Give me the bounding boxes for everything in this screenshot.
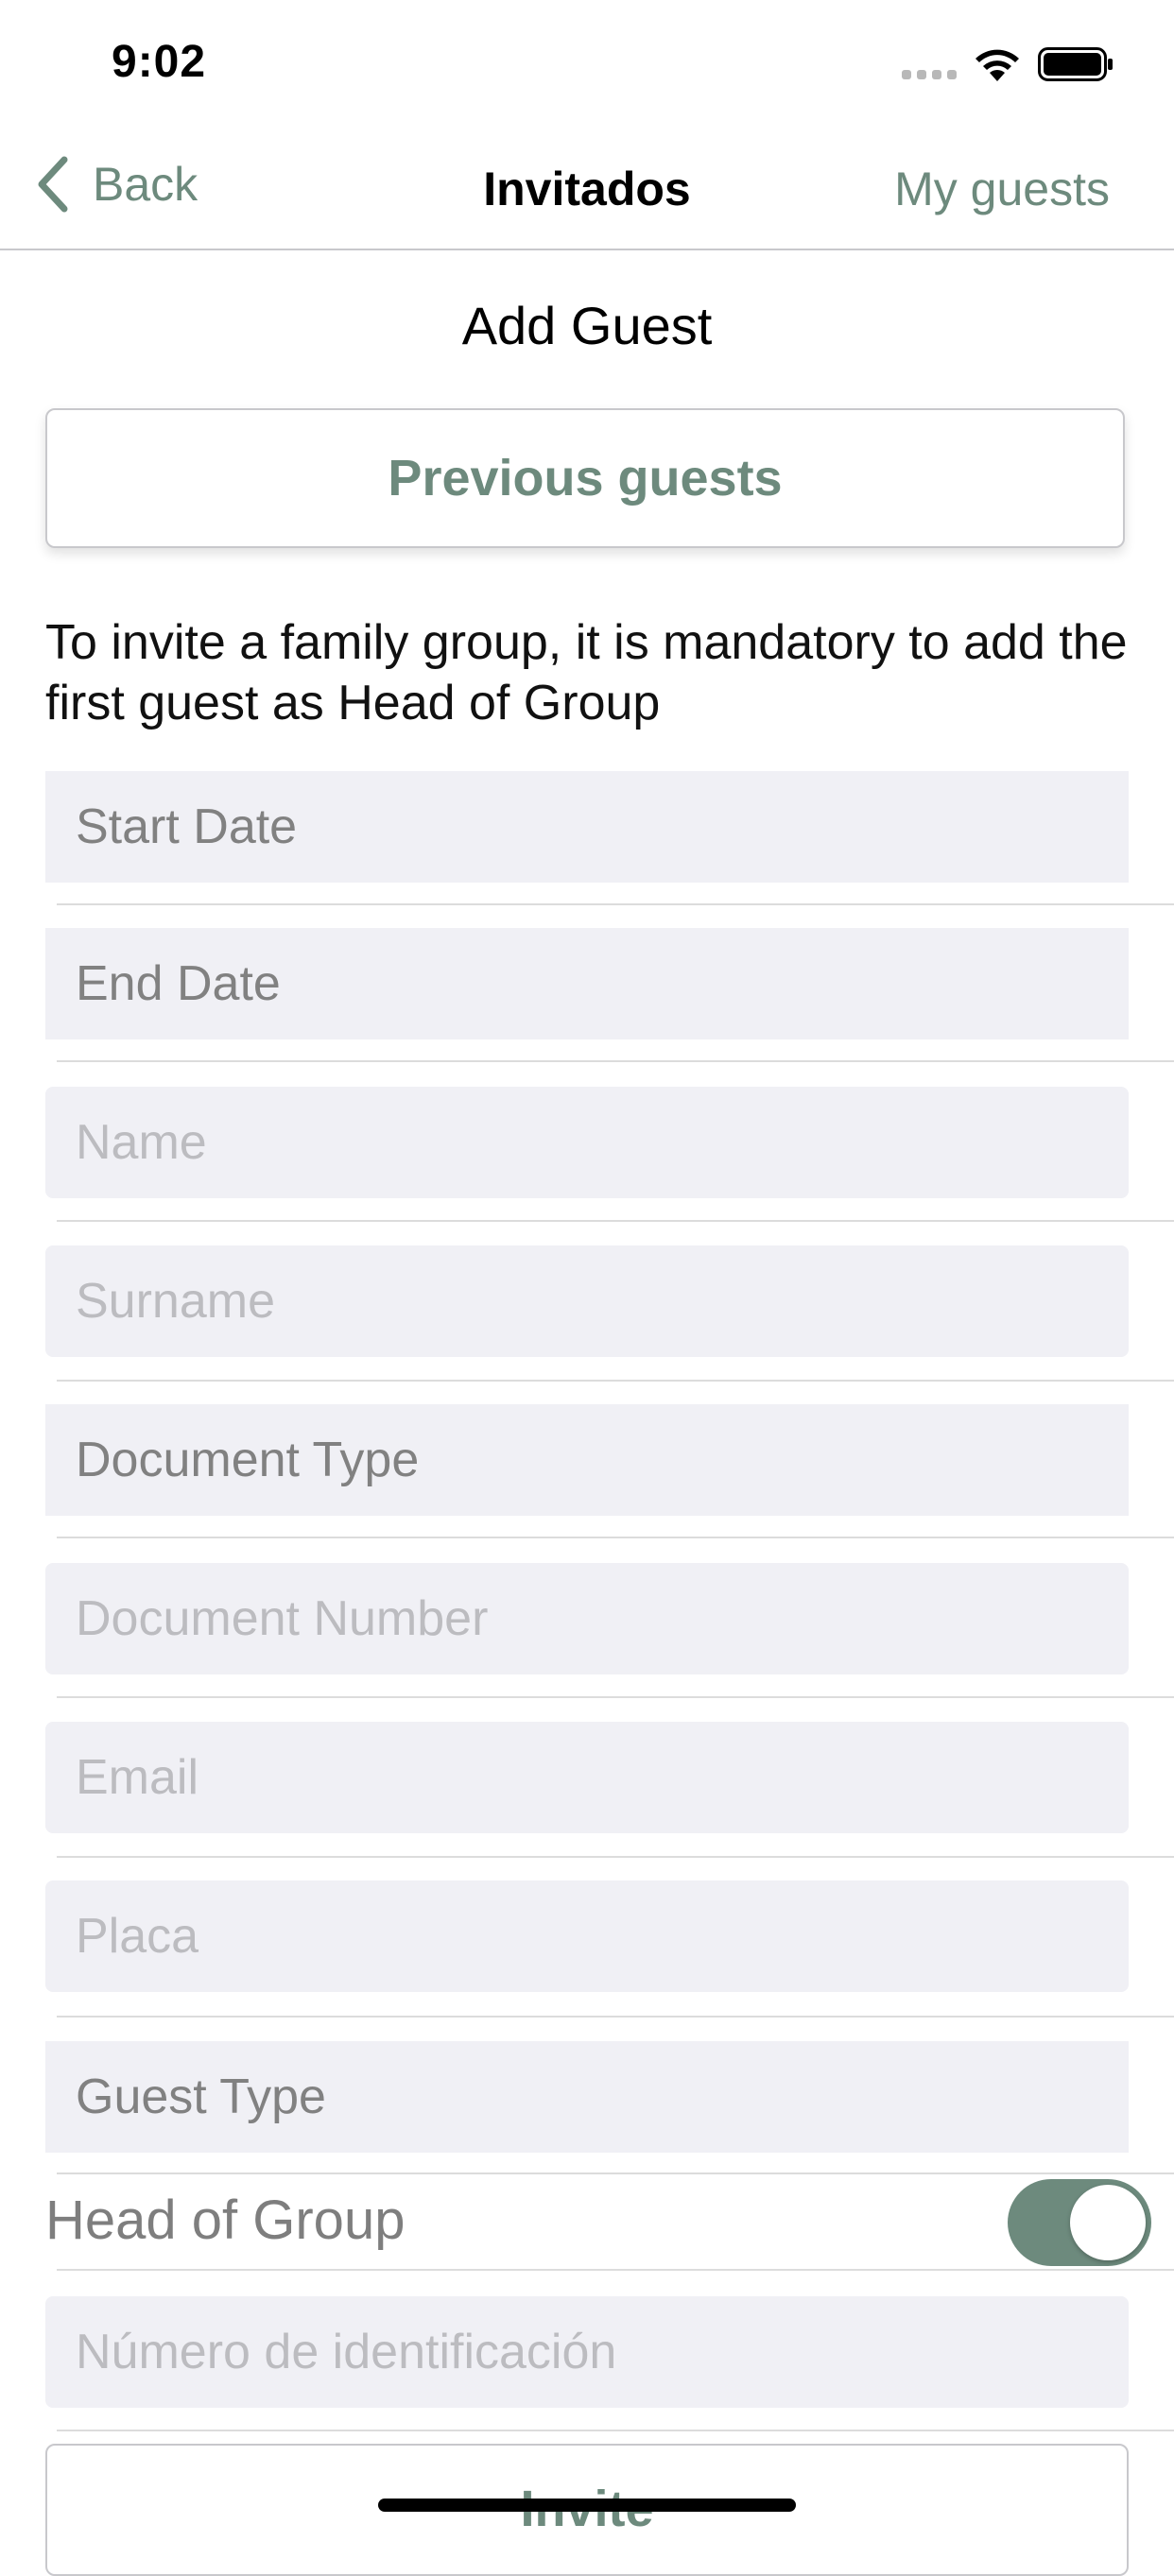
page-title: Add Guest: [461, 296, 713, 355]
divider: [57, 1060, 1174, 1062]
my-guests-button[interactable]: My guests: [894, 162, 1110, 216]
name-input[interactable]: Name: [45, 1087, 1129, 1198]
divider: [57, 903, 1174, 905]
status-bar: 9:02: [0, 0, 1174, 128]
previous-guests-button[interactable]: Previous guests: [45, 408, 1125, 548]
divider: [57, 1856, 1174, 1858]
placa-input[interactable]: Placa: [45, 1880, 1129, 1992]
start-date-field[interactable]: Start Date: [45, 771, 1129, 883]
head-of-group-label: Head of Group: [45, 2190, 406, 2251]
divider: [57, 2016, 1174, 2018]
toggle-knob: [1070, 2185, 1146, 2260]
status-time: 9:02: [112, 37, 207, 87]
info-text: To invite a family group, it is mandator…: [45, 615, 1128, 730]
home-indicator: [378, 2499, 796, 2512]
email-input[interactable]: Email: [45, 1722, 1129, 1833]
head-of-group-toggle[interactable]: [1008, 2179, 1151, 2266]
end-date-field[interactable]: End Date: [45, 928, 1129, 1039]
document-number-input[interactable]: Document Number: [45, 1563, 1129, 1674]
cellular-signal-icon: [902, 70, 957, 79]
guest-type-field[interactable]: Guest Type: [45, 2041, 1129, 2153]
divider: [57, 1220, 1174, 1222]
surname-input[interactable]: Surname: [45, 1245, 1129, 1357]
divider: [57, 1380, 1174, 1382]
wifi-icon: [975, 49, 1019, 81]
navigation-bar: Back Invitados My guests: [0, 128, 1174, 250]
divider: [57, 1696, 1174, 1698]
head-of-group-row: Head of Group: [45, 2173, 1151, 2272]
id-number-input[interactable]: Número de identificación: [45, 2296, 1129, 2408]
divider: [57, 2430, 1174, 2431]
battery-icon: [1038, 47, 1113, 81]
divider: [57, 2269, 1174, 2271]
divider: [57, 1537, 1174, 1538]
document-type-field[interactable]: Document Type: [45, 1404, 1129, 1516]
